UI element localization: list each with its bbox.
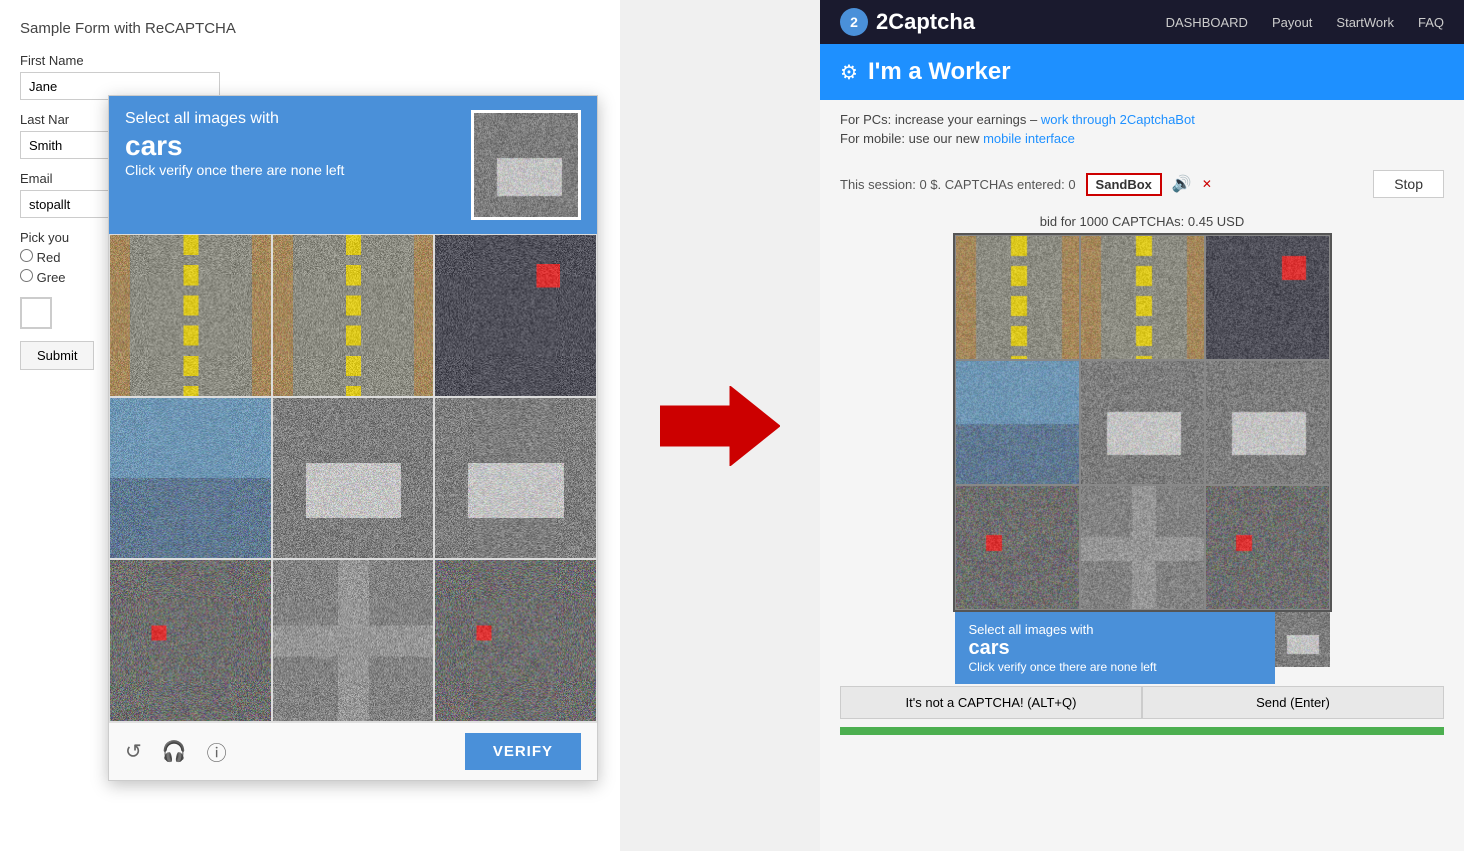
captcha-verify-text: Click verify once there are none left xyxy=(125,162,455,178)
volume-icon[interactable]: 🔊 xyxy=(1172,174,1192,194)
worker-cell-1[interactable] xyxy=(955,235,1080,360)
worker-captcha-instruction: Select all images with cars Click verify… xyxy=(955,612,1275,684)
worker-captcha-area: Select all images with cars Click verify… xyxy=(820,233,1464,684)
nav-payout[interactable]: Payout xyxy=(1272,15,1312,30)
captcha-cell-7[interactable] xyxy=(109,559,272,722)
first-name-label: First Name xyxy=(20,53,600,68)
captcha-cell-3[interactable] xyxy=(434,234,597,397)
captcha-widget: Select all images with cars Click verify… xyxy=(108,95,598,781)
logo-area: 2 2Captcha xyxy=(840,8,975,36)
worker-verify-text: Click verify once there are none left xyxy=(969,660,1261,674)
captcha-grid xyxy=(109,234,597,722)
worker-icon: ⚙ xyxy=(840,60,858,85)
info-mobile: For mobile: use our new mobile interface xyxy=(840,131,1444,146)
mobile-link[interactable]: mobile interface xyxy=(983,131,1075,146)
captcha-icons: ↺ 🎧 ⓘ xyxy=(125,737,227,766)
worker-cell-5[interactable] xyxy=(1080,360,1205,485)
worker-cell-7[interactable] xyxy=(955,485,1080,610)
captcha-thumbnail xyxy=(471,110,581,220)
worker-title: I'm a Worker xyxy=(868,58,1011,86)
captcha-thumb-canvas xyxy=(474,113,581,220)
pcs-link[interactable]: work through 2CaptchaBot xyxy=(1041,112,1195,127)
send-button[interactable]: Send (Enter) xyxy=(1142,686,1444,719)
bid-text: bid for 1000 CAPTCHAs: 0.45 USD xyxy=(820,206,1464,233)
worker-select-text: Select all images with xyxy=(969,622,1261,637)
captcha-object-text: cars xyxy=(125,130,455,162)
refresh-icon[interactable]: ↺ xyxy=(125,739,142,764)
mute-icon: ✕ xyxy=(1202,177,1212,191)
session-text: This session: 0 $. CAPTCHAs entered: 0 xyxy=(840,177,1076,192)
worker-cell-3[interactable] xyxy=(1205,235,1330,360)
audio-icon[interactable]: 🎧 xyxy=(162,739,187,764)
captcha-cell-4[interactable] xyxy=(109,397,272,560)
arrow-section xyxy=(620,0,820,851)
captcha-cell-2[interactable] xyxy=(272,234,435,397)
info-pcs: For PCs: increase your earnings – work t… xyxy=(840,112,1444,127)
worker-cell-6[interactable] xyxy=(1205,360,1330,485)
bottom-actions: It's not a CAPTCHA! (ALT+Q) Send (Enter) xyxy=(840,686,1444,719)
radio-red[interactable] xyxy=(20,249,33,262)
worker-thumb-small xyxy=(1275,612,1330,667)
info-icon[interactable]: ⓘ xyxy=(207,737,227,766)
captcha-cell-5[interactable] xyxy=(272,397,435,560)
logo-icon: 2 xyxy=(840,8,868,36)
sandbox-badge: SandBox xyxy=(1086,173,1162,196)
worker-cell-4[interactable] xyxy=(955,360,1080,485)
first-name-field: First Name xyxy=(20,53,600,100)
captcha-select-text: Select all images with xyxy=(125,110,455,128)
progress-bar xyxy=(840,727,1444,735)
left-panel: Sample Form with ReCAPTCHA First Name La… xyxy=(0,0,620,851)
form-title: Sample Form with ReCAPTCHA xyxy=(20,20,600,37)
checkbox-box[interactable] xyxy=(20,297,52,329)
worker-cell-2[interactable] xyxy=(1080,235,1205,360)
worker-instruction-text: Select all images with cars Click verify… xyxy=(969,622,1261,674)
worker-captcha-grid xyxy=(953,233,1332,612)
right-arrow-icon xyxy=(660,386,780,466)
captcha-header: Select all images with cars Click verify… xyxy=(109,96,597,234)
worker-cell-9[interactable] xyxy=(1205,485,1330,610)
submit-button[interactable]: Submit xyxy=(20,341,94,370)
radio-green[interactable] xyxy=(20,269,33,282)
captcha-cell-6[interactable] xyxy=(434,397,597,560)
worker-cell-8[interactable] xyxy=(1080,485,1205,610)
captcha-footer: ↺ 🎧 ⓘ VERIFY xyxy=(109,722,597,780)
logo-text: 2Captcha xyxy=(876,9,975,35)
captcha-cell-8[interactable] xyxy=(272,559,435,722)
info-bar: For PCs: increase your earnings – work t… xyxy=(820,100,1464,162)
worker-object-text: cars xyxy=(969,637,1261,660)
captcha-header-text: Select all images with cars Click verify… xyxy=(125,110,455,178)
nav-links: DASHBOARD Payout StartWork FAQ xyxy=(1166,15,1444,30)
nav-dashboard[interactable]: DASHBOARD xyxy=(1166,15,1248,30)
worker-captcha-instruction-row: Select all images with cars Click verify… xyxy=(955,612,1330,684)
verify-button[interactable]: VERIFY xyxy=(465,733,581,770)
right-panel: 2 2Captcha DASHBOARD Payout StartWork FA… xyxy=(820,0,1464,851)
stop-button[interactable]: Stop xyxy=(1373,170,1444,198)
session-bar: This session: 0 $. CAPTCHAs entered: 0 S… xyxy=(820,162,1464,206)
nav-startwork[interactable]: StartWork xyxy=(1336,15,1394,30)
not-captcha-button[interactable]: It's not a CAPTCHA! (ALT+Q) xyxy=(840,686,1142,719)
captcha-cell-9[interactable] xyxy=(434,559,597,722)
worker-header: ⚙ I'm a Worker xyxy=(820,44,1464,100)
captcha-cell-1[interactable] xyxy=(109,234,272,397)
top-nav: 2 2Captcha DASHBOARD Payout StartWork FA… xyxy=(820,0,1464,44)
nav-faq[interactable]: FAQ xyxy=(1418,15,1444,30)
